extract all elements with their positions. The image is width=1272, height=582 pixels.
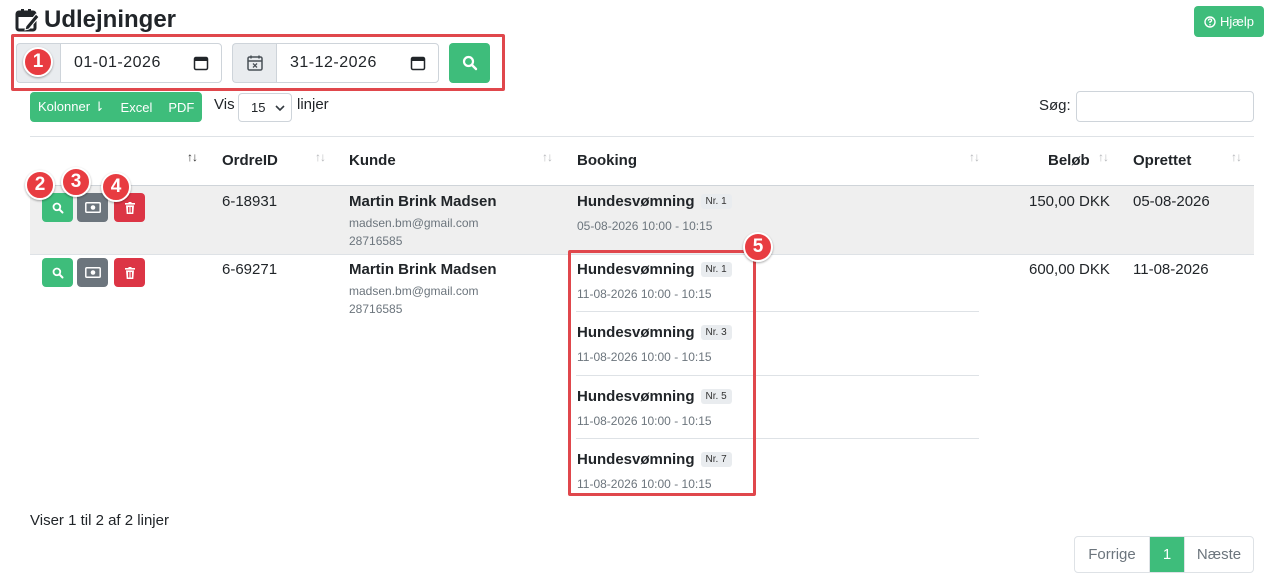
customer-email: madsen.bm@gmail.com <box>349 216 479 230</box>
sort-icon[interactable]: ↑↓ <box>969 150 980 164</box>
annotation-badge: 5 <box>743 232 773 262</box>
search-input[interactable] <box>1076 91 1254 122</box>
annotation-badge: 1 <box>23 47 53 77</box>
trash-icon <box>124 266 135 279</box>
pagination: Forrige 1 Næste <box>1074 536 1254 573</box>
pdf-button[interactable]: PDF <box>160 92 202 122</box>
page-size-select[interactable]: 15 <box>238 93 292 122</box>
customer-name: Martin Brink Madsen <box>349 193 497 210</box>
order-id: 6-18931 <box>222 193 278 210</box>
sort-icon[interactable]: ↑↓ <box>187 150 198 164</box>
order-id: 6-69271 <box>222 261 278 278</box>
lines-label: linjer <box>297 96 329 113</box>
payment-button[interactable] <box>77 258 108 287</box>
annotation-badge: 4 <box>101 172 131 202</box>
booking-title: Hundesvømning <box>577 193 695 210</box>
sort-icon[interactable]: ↑↓ <box>542 150 553 164</box>
customer-phone: 28716585 <box>349 302 403 316</box>
amount: 150,00 DKK <box>1029 193 1110 210</box>
search-icon <box>52 202 63 213</box>
column-header-booking[interactable]: Booking <box>577 152 637 169</box>
view-button[interactable] <box>42 258 73 287</box>
export-button-group: Kolonner ⇂ Excel PDF <box>30 92 203 122</box>
chevron-down-icon <box>275 104 285 111</box>
page-size-value: 15 <box>251 100 266 115</box>
booking-item: Hundesvømning Nr. 1 <box>577 193 732 210</box>
customer-name: Martin Brink Madsen <box>349 261 497 278</box>
question-circle-icon <box>1204 15 1216 28</box>
search-icon <box>52 267 63 278</box>
customer-email: madsen.bm@gmail.com <box>349 284 479 298</box>
column-header-orderid[interactable]: OrdreID <box>222 152 278 169</box>
money-bill-icon <box>84 267 101 278</box>
trash-icon <box>124 201 135 214</box>
table-top-border <box>30 136 1254 137</box>
column-header-created[interactable]: Oprettet <box>1133 152 1191 169</box>
sort-icon[interactable]: ↑↓ <box>315 150 326 164</box>
customer-phone: 28716585 <box>349 234 403 248</box>
page-title: Udlejninger <box>44 6 177 33</box>
annotation-box-bookings <box>568 250 756 496</box>
payment-button[interactable] <box>77 193 108 222</box>
excel-button[interactable]: Excel <box>113 92 161 122</box>
calendar-edit-icon <box>15 9 40 32</box>
columns-button[interactable]: Kolonner ⇂ <box>30 92 113 122</box>
help-button[interactable]: Hjælp <box>1194 6 1264 37</box>
created-date: 05-08-2026 <box>1133 193 1210 210</box>
sort-icon[interactable]: ↑↓ <box>1098 150 1109 164</box>
pagination-page-1[interactable]: 1 <box>1150 537 1184 572</box>
booking-time: 05-08-2026 10:00 - 10:15 <box>577 219 713 233</box>
column-header-amount[interactable]: Beløb <box>1048 152 1090 169</box>
help-label: Hjælp <box>1220 14 1254 29</box>
amount: 600,00 DKK <box>1029 261 1110 278</box>
annotation-box-date-filter <box>11 34 505 91</box>
table-info: Viser 1 til 2 af 2 linjer <box>30 512 169 529</box>
page-header: Udlejninger <box>14 6 176 34</box>
delete-button[interactable] <box>114 258 145 287</box>
annotation-badge: 2 <box>25 170 55 200</box>
annotation-badge: 3 <box>61 167 91 197</box>
column-header-customer[interactable]: Kunde <box>349 152 396 169</box>
booking-number-badge: Nr. 1 <box>700 194 732 209</box>
search-label: Søg: <box>1039 97 1071 114</box>
created-date: 11-08-2026 <box>1133 261 1209 278</box>
show-label: Vis <box>214 96 235 113</box>
money-bill-icon <box>84 202 101 213</box>
pagination-next[interactable]: Næste <box>1184 537 1253 572</box>
sort-icon[interactable]: ↑↓ <box>1231 150 1242 164</box>
pagination-previous[interactable]: Forrige <box>1075 537 1150 572</box>
